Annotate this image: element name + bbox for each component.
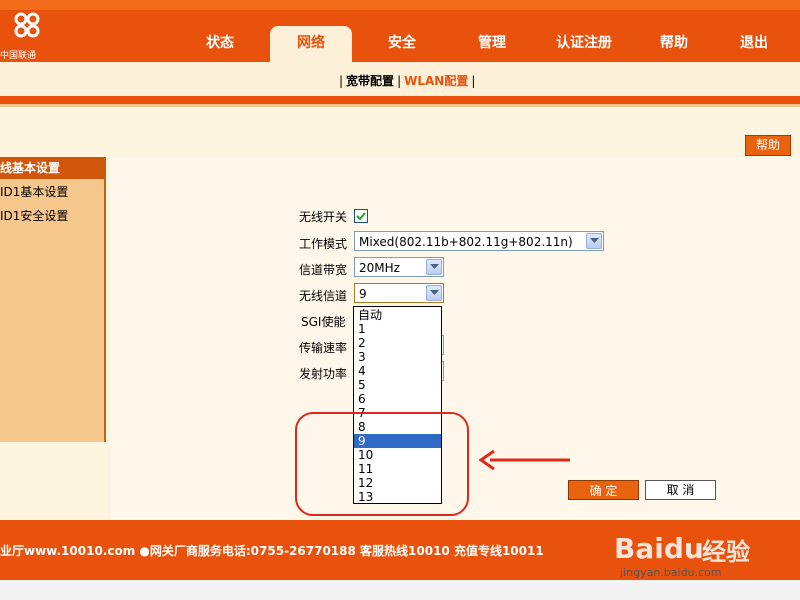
channel-option[interactable]: 2 xyxy=(354,336,441,350)
work-mode-value: Mixed(802.11b+802.11g+802.11n) xyxy=(359,235,573,249)
bandwidth-label: 信道带宽 xyxy=(299,263,348,277)
channel-label: 无线信道 xyxy=(299,289,348,303)
channel-option[interactable]: 4 xyxy=(354,364,441,378)
subnav-separator: | xyxy=(471,74,476,88)
unicom-knot-icon xyxy=(14,12,40,38)
channel-option[interactable]: 3 xyxy=(354,350,441,364)
watermark-url: jingyan.baidu.com xyxy=(620,566,722,579)
annotation-circle xyxy=(295,412,469,516)
channel-option[interactable]: 5 xyxy=(354,378,441,392)
work-mode-select[interactable]: Mixed(802.11b+802.11g+802.11n) xyxy=(354,231,604,251)
chevron-down-icon xyxy=(426,285,442,301)
channel-option[interactable]: 自动 xyxy=(354,308,441,322)
power-label: 发射功率 xyxy=(299,367,348,381)
chevron-down-icon xyxy=(426,259,442,275)
unicom-logo: 中国联通 xyxy=(0,8,62,61)
nav-auth-register[interactable]: 认证注册 xyxy=(546,26,622,62)
cancel-button[interactable]: 取 消 xyxy=(645,480,716,500)
ok-button[interactable]: 确 定 xyxy=(568,480,639,500)
subnav-separator: | xyxy=(339,74,344,88)
channel-value: 9 xyxy=(359,287,367,301)
bandwidth-value: 20MHz xyxy=(359,261,400,275)
wireless-switch-checkbox[interactable] xyxy=(354,209,368,223)
header-rule xyxy=(0,96,800,104)
subnav-broadband[interactable]: 宽带配置 xyxy=(346,74,394,88)
help-button[interactable]: 帮助 xyxy=(745,135,791,156)
bandwidth-select[interactable]: 20MHz xyxy=(354,257,444,277)
channel-option[interactable]: 6 xyxy=(354,392,441,406)
sidebar-item-basic[interactable]: 线基本设置 xyxy=(0,157,104,179)
chevron-down-icon xyxy=(586,233,602,249)
subnav: | 宽带配置 | WLAN配置 | xyxy=(336,72,478,89)
channel-select[interactable]: 9 xyxy=(354,283,444,303)
annotation-arrow-icon xyxy=(478,449,570,471)
wireless-switch-label: 无线开关 xyxy=(299,210,348,224)
subnav-bar: | 宽带配置 | WLAN配置 | xyxy=(0,62,800,96)
subnav-wlan[interactable]: WLAN配置 xyxy=(404,74,468,88)
sidebar: 线基本设置 ID1基本设置 ID1安全设置 xyxy=(0,157,106,442)
logo-text: 中国联通 xyxy=(0,51,37,61)
rate-label: 传输速率 xyxy=(299,341,348,355)
nav-exit[interactable]: 退出 xyxy=(728,26,780,62)
watermark-brand: Baidu xyxy=(614,532,704,565)
sgi-label: SGI使能 xyxy=(301,315,346,329)
header-stripe xyxy=(0,0,800,10)
nav-manage[interactable]: 管理 xyxy=(466,26,518,62)
nav-network[interactable]: 网络 xyxy=(270,26,352,62)
baidu-watermark: Baidu 经验 jingyan.baidu.com xyxy=(614,520,800,584)
top-header: 中国联通 状态 网络 安全 管理 认证注册 帮助 退出 xyxy=(0,0,800,62)
channel-option[interactable]: 1 xyxy=(354,322,441,336)
nav-status[interactable]: 状态 xyxy=(194,26,246,62)
work-mode-label: 工作模式 xyxy=(299,237,348,251)
footer-text: 业厅www.10010.com ●网关厂商服务电话:0755-26770188 … xyxy=(0,544,544,558)
check-icon xyxy=(356,212,366,221)
sidebar-item-ssid1-basic[interactable]: ID1基本设置 xyxy=(0,181,104,203)
nav-security[interactable]: 安全 xyxy=(376,26,428,62)
sidebar-item-ssid1-security[interactable]: ID1安全设置 xyxy=(0,205,104,227)
watermark-product: 经验 xyxy=(702,538,750,566)
nav-help[interactable]: 帮助 xyxy=(648,26,700,62)
subnav-separator: | xyxy=(397,74,402,88)
